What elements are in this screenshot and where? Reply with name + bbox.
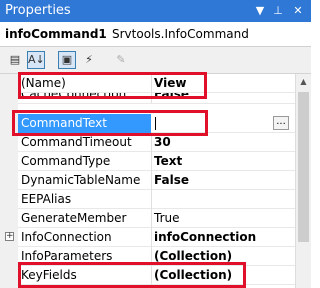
text-caret [155, 117, 156, 130]
dropdown-icon[interactable]: ▼ [252, 3, 268, 19]
title-bar: Properties ▼ ⊥ ✕ [0, 0, 311, 22]
property-name: CacheConnection [21, 93, 127, 101]
property-value[interactable]: infoConnection [154, 230, 256, 244]
property-row-generatemember[interactable]: GenerateMember True [18, 209, 295, 228]
property-name: (Name) [21, 76, 66, 90]
property-value[interactable]: View [154, 76, 186, 90]
scroll-up-icon[interactable]: ▲ [296, 74, 311, 90]
ellipsis-button[interactable]: ... [273, 116, 289, 130]
properties-toolbar: ▤ A↓ ▣ ⚡ ✎ [0, 47, 311, 74]
property-row-commandtimeout[interactable]: CommandTimeout 30 [18, 133, 295, 152]
property-name: InfoConnection [21, 230, 112, 244]
categorized-icon[interactable]: ▤ [6, 51, 24, 69]
events-icon[interactable]: ⚡ [80, 51, 98, 69]
property-row-keyfields[interactable]: KeyFields (Collection) [18, 266, 295, 285]
window-title: Properties [5, 3, 71, 18]
property-row-infoparameters[interactable]: InfoParameters (Collection) [18, 247, 295, 266]
property-row-commandtext[interactable]: CommandText ... [18, 114, 295, 134]
property-row-commandtype[interactable]: CommandType Text [18, 152, 295, 171]
object-selector[interactable]: infoCommand1 Srvtools.InfoCommand [0, 22, 311, 47]
property-name: InfoParameters [21, 249, 113, 263]
pin-icon[interactable]: ⊥ [270, 3, 286, 19]
property-name: KeyFields [21, 268, 77, 282]
property-value[interactable]: False [154, 93, 189, 101]
expand-icon[interactable]: + [5, 232, 14, 241]
property-row-name[interactable]: (Name) View [18, 74, 295, 93]
property-row-eepalias[interactable]: EEPAlias [18, 190, 295, 209]
object-type: Srvtools.InfoCommand [112, 27, 249, 41]
close-icon[interactable]: ✕ [290, 3, 306, 19]
property-name: CommandType [21, 154, 111, 168]
property-name: EEPAlias [21, 192, 72, 206]
property-row-infoconnection[interactable]: InfoConnection infoConnection [18, 228, 295, 247]
alphabetical-icon[interactable]: A↓ [27, 51, 45, 69]
property-value[interactable]: 30 [154, 135, 171, 149]
property-name: DynamicTableName [21, 173, 141, 187]
property-name: CommandTimeout [21, 135, 132, 149]
vertical-scrollbar[interactable]: ▲ [295, 74, 311, 288]
property-pages-icon[interactable]: ✎ [112, 51, 130, 69]
object-name: infoCommand1 [5, 27, 107, 41]
property-value[interactable]: Text [154, 154, 182, 168]
property-name: GenerateMember [21, 211, 127, 225]
property-value[interactable]: False [154, 173, 189, 187]
property-row-cacheconnection[interactable]: CacheConnection False [18, 93, 295, 104]
property-grid: (Name) View CacheConnection False Comman… [0, 74, 295, 288]
property-value[interactable]: (Collection) [154, 249, 232, 263]
property-value[interactable]: True [154, 211, 180, 225]
scroll-thumb[interactable] [298, 92, 309, 242]
properties-icon[interactable]: ▣ [58, 51, 76, 69]
property-row-dynamictablename[interactable]: DynamicTableName False [18, 171, 295, 190]
property-value[interactable]: (Collection) [154, 268, 232, 282]
property-name: CommandText [18, 114, 151, 134]
grid-gutter [0, 74, 18, 288]
